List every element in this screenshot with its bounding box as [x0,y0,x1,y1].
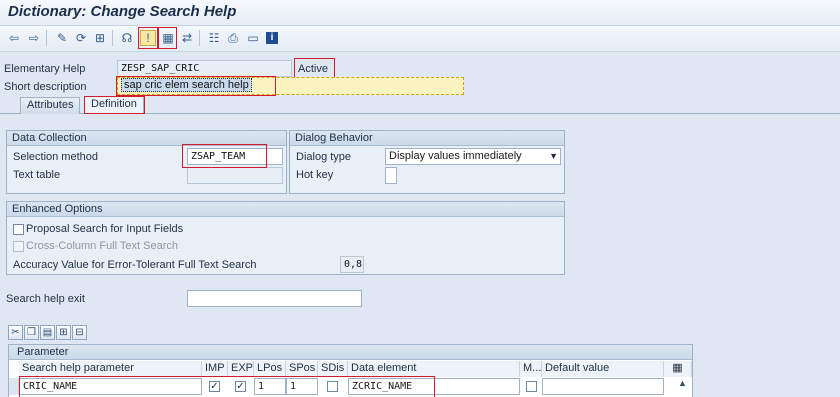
navigation-icon[interactable]: ⇄ [179,30,195,46]
dialog-type-label: Dialog type [296,151,352,163]
check-icon[interactable]: ⊞ [92,30,108,46]
toolbar-separator [112,30,113,46]
dialog-behavior-group: Dialog Behavior Dialog type Display valu… [289,130,565,194]
column-header[interactable]: M... [520,361,542,377]
exp-checkbox[interactable]: ✓ [235,381,246,392]
tab-strip: Attributes Definition [0,96,840,114]
column-header[interactable]: Search help parameter [19,361,202,377]
window-title: Dictionary: Change Search Help [8,3,237,20]
activate-icon[interactable]: ! [140,30,156,46]
insert-row-icon[interactable]: ⊞ [56,325,71,340]
forward-arrow-icon[interactable]: ⇨ [26,30,42,46]
elementary-help-field: ZESP_SAP_CRIC [117,60,292,77]
short-description-field[interactable]: sap cric elem search help [117,77,464,95]
text-table-field[interactable] [187,167,283,184]
short-description-label: Short description [4,81,87,93]
column-header[interactable]: SPos [286,361,318,377]
column-header[interactable]: LPos [254,361,286,377]
table-settings-icon[interactable]: ▦ [664,361,692,377]
text-table-label: Text table [13,169,61,181]
column-header[interactable]: EXP [228,361,254,377]
enhanced-options-group: Enhanced Options Proposal Search for Inp… [6,201,565,275]
other-object-icon[interactable]: ⟳ [73,30,89,46]
paste-icon[interactable]: ▤ [40,325,55,340]
layout-icon[interactable]: ▭ [245,30,261,46]
spos-cell[interactable]: 1 [286,378,318,395]
work-area: Elementary Help ZESP_SAP_CRIC Active Sho… [0,53,840,397]
hot-key-label: Hot key [296,169,334,181]
mod-checkbox[interactable] [526,381,537,392]
status-text: Active [298,63,328,75]
toolbar-separator [46,30,47,46]
search-help-exit-label: Search help exit [6,293,85,305]
selection-method-label: Selection method [13,151,98,163]
toolbar-separator [199,30,200,46]
default-value-cell[interactable] [542,378,664,395]
parameter-title: Parameter [9,345,692,360]
selection-method-field[interactable]: ZSAP_TEAM [187,148,283,165]
param-name-cell[interactable]: CRIC_NAME [19,378,202,395]
accuracy-label: Accuracy Value for Error-Tolerant Full T… [13,259,257,271]
print-icon[interactable]: ⎙ [225,30,241,46]
pattern-icon[interactable]: ▦ [160,30,176,46]
application-toolbar: ⇦ ⇨ ✎ ⟳ ⊞ ☊ ! ▦ ⇄ ☷ ⎙ ▭ i [0,26,840,52]
hierarchy-icon[interactable]: ☷ [206,30,222,46]
copy-icon[interactable]: ❐ [24,325,39,340]
search-help-exit-field[interactable] [187,290,362,307]
dialog-type-select[interactable]: Display values immediately ▼ [385,148,561,165]
where-used-icon[interactable]: ☊ [119,30,135,46]
scroll-up-icon[interactable]: ▲ [678,378,687,388]
short-description-value: sap cric elem search help [121,78,252,92]
column-header[interactable]: IMP [202,361,228,377]
chevron-down-icon: ▼ [549,151,558,161]
tab-attributes[interactable]: Attributes [20,97,81,114]
hot-key-field[interactable] [385,167,397,184]
data-collection-title: Data Collection [7,131,286,146]
sdis-checkbox[interactable] [327,381,338,392]
lpos-cell[interactable]: 1 [254,378,286,395]
proposal-search-label: Proposal Search for Input Fields [26,223,184,235]
proposal-search-checkbox[interactable] [13,224,24,235]
title-bar: Dictionary: Change Search Help [0,0,840,26]
data-collection-group: Data Collection Selection method ZSAP_TE… [6,130,287,194]
cut-icon[interactable]: ✂ [8,325,23,340]
tab-definition[interactable]: Definition [84,96,144,114]
elementary-help-label: Elementary Help [4,63,86,75]
delete-row-icon[interactable]: ⊟ [72,325,87,340]
column-header[interactable]: SDis [318,361,348,377]
info-icon[interactable]: i [264,30,280,46]
enhanced-options-title: Enhanced Options [7,202,564,217]
row-selector[interactable] [9,378,19,395]
display-change-icon[interactable]: ✎ [54,30,70,46]
imp-checkbox[interactable]: ✓ [209,381,220,392]
cross-column-label: Cross-Column Full Text Search [26,240,179,252]
data-element-cell[interactable]: ZCRIC_NAME [348,378,520,395]
accuracy-field[interactable]: 0,8 [340,256,364,273]
parameter-table: Parameter Search help parameter IMP EXP … [8,344,693,397]
cross-column-checkbox[interactable] [13,241,24,252]
dialog-behavior-title: Dialog Behavior [290,131,564,146]
column-header[interactable]: Default value [542,361,664,377]
column-header[interactable]: Data element [348,361,520,377]
dialog-type-value: Display values immediately [389,150,522,162]
back-arrow-icon[interactable]: ⇦ [6,30,22,46]
